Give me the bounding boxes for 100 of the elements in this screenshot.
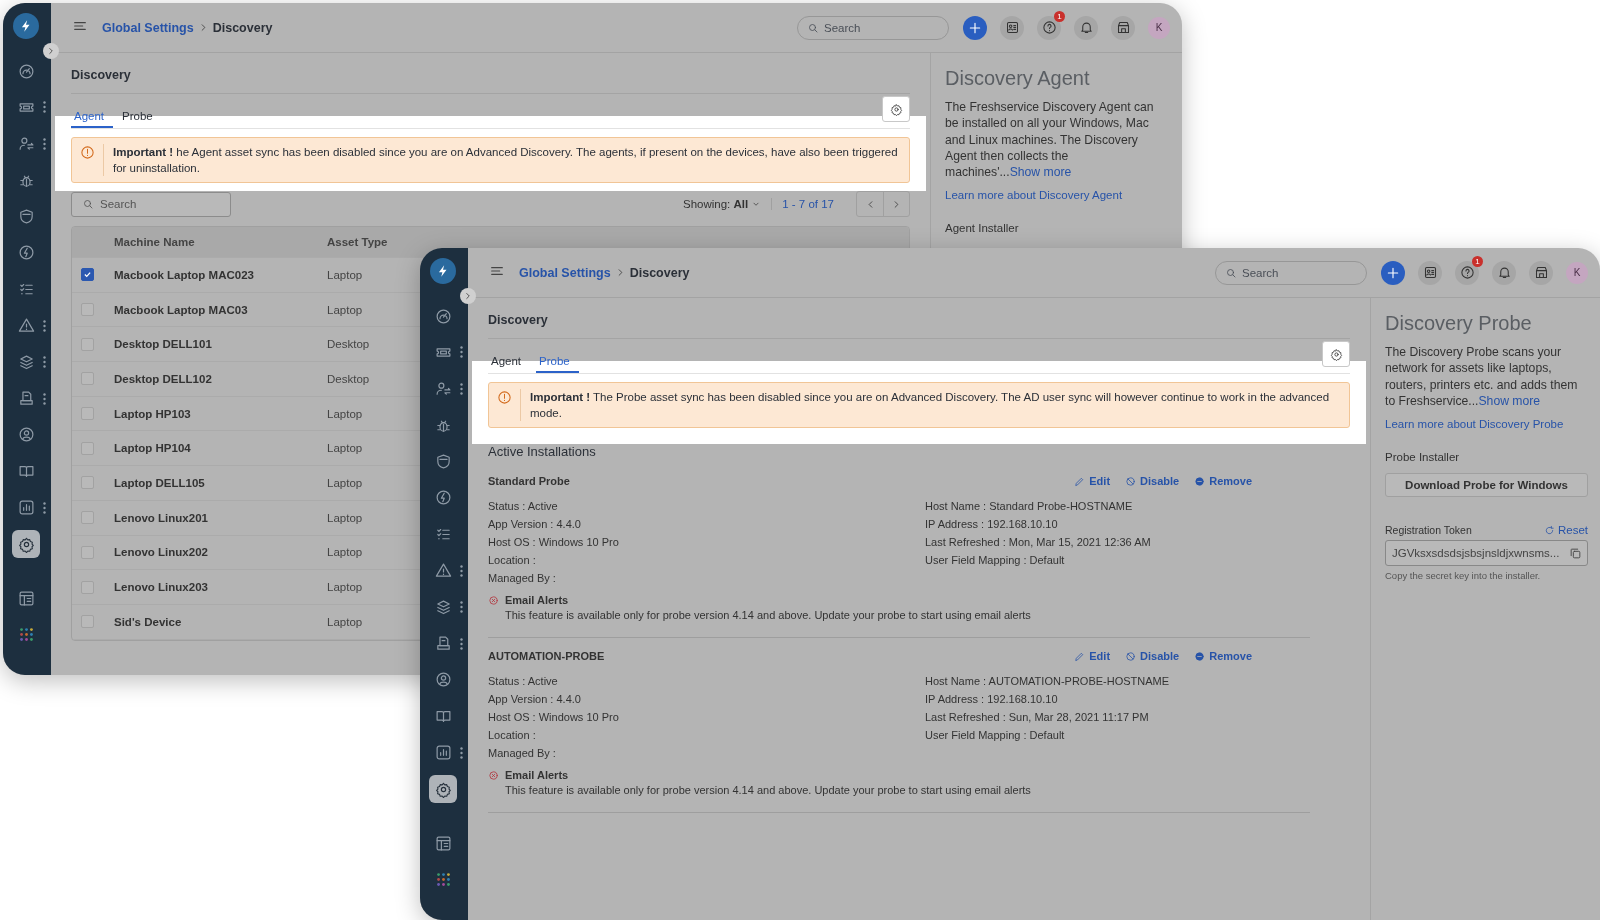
edit-button[interactable]: Edit <box>1074 650 1111 662</box>
learn-more-link[interactable]: Learn more about Discovery Agent <box>945 189 1123 202</box>
probe-detail: Host OS : Windows 10 Pro <box>488 710 620 725</box>
more-icon[interactable] <box>43 501 46 514</box>
table-cell-text: Laptop HP103 <box>114 407 192 420</box>
remove-button[interactable]: Remove <box>1194 475 1252 487</box>
user-switch-icon <box>17 135 35 153</box>
logo-icon[interactable] <box>430 258 456 284</box>
refresh-icon <box>1543 524 1555 536</box>
table-cell-text: Macbook Laptop MAC023 <box>114 268 255 281</box>
showing-dropdown[interactable]: Showing: All <box>673 198 773 210</box>
pagination-label: 1 - 7 of 17 <box>781 198 835 210</box>
breadcrumb-link[interactable]: Global Settings <box>519 265 611 280</box>
notifications-button[interactable] <box>1074 15 1098 40</box>
expand-button[interactable] <box>43 43 59 59</box>
table-cell-text: Desktop DELL101 <box>114 338 213 351</box>
edit-button[interactable]: Edit <box>1074 475 1111 487</box>
show-more-link[interactable]: Show more <box>1478 393 1541 408</box>
tab[interactable]: Probe <box>536 345 579 373</box>
panel-title: Discovery Agent <box>945 67 1091 90</box>
document-stack-icon <box>17 390 35 407</box>
user-switch-icon <box>434 380 452 398</box>
table-cell: Laptop <box>327 407 363 420</box>
email-alerts-note: This feature is available only for probe version 4.14 and above. Update your probe to start using email alerts <box>505 783 1032 798</box>
avatar[interactable]: K <box>1566 261 1588 284</box>
more-icon[interactable] <box>460 382 463 395</box>
layers-icon <box>17 353 35 371</box>
contact-card-icon <box>1004 20 1020 35</box>
panel-title: Discovery Probe <box>1385 312 1533 335</box>
table-cell: Laptop <box>327 615 363 628</box>
expand-button[interactable] <box>460 288 476 304</box>
store-button[interactable] <box>1111 15 1135 40</box>
search-field[interactable]: Search <box>71 191 231 217</box>
probe-detail: Location : <box>488 553 537 568</box>
remove-button[interactable]: Remove <box>1194 650 1252 662</box>
column-header[interactable]: Machine Name <box>114 236 195 248</box>
tab[interactable]: Agent <box>71 100 114 128</box>
token-field[interactable]: JGVksxsdsdsjsbsjnsldjxwnsms... <box>1385 540 1588 567</box>
settings-button[interactable] <box>1322 341 1350 367</box>
nav-item[interactable] <box>12 530 40 559</box>
disable-button[interactable]: Disable <box>1125 475 1180 487</box>
add-button[interactable] <box>1381 260 1405 285</box>
minus-circle-icon <box>1194 650 1206 662</box>
breadcrumb-current: Discovery <box>212 20 273 35</box>
bell-icon <box>1496 265 1512 280</box>
person-circle-icon <box>17 426 35 444</box>
settings-button[interactable] <box>882 96 910 122</box>
logo-icon[interactable] <box>13 13 39 39</box>
store-button[interactable] <box>1529 260 1553 285</box>
chevron-right-icon <box>46 46 56 56</box>
search-icon <box>82 198 94 210</box>
avatar[interactable]: K <box>1148 16 1170 39</box>
person-circle-icon <box>434 671 452 689</box>
more-icon[interactable] <box>43 137 46 150</box>
table-cell-text: Lenovo Linux203 <box>114 581 209 594</box>
probe-detail: App Version : 4.4.0 <box>488 517 582 532</box>
contact-card-button[interactable] <box>1418 260 1442 285</box>
table-cell-text: Laptop HP104 <box>114 442 192 455</box>
contact-card-button[interactable] <box>1000 15 1024 40</box>
more-icon[interactable] <box>43 356 46 369</box>
probe-detail: Host Name : AUTOMATION-PROBE-HOSTNAME <box>925 674 1171 689</box>
store-icon <box>1115 20 1131 35</box>
nav-item[interactable] <box>429 775 457 804</box>
probe-detail: IP Address : 192.168.10.10 <box>925 517 1059 532</box>
page-title: Discovery <box>71 68 131 82</box>
more-icon[interactable] <box>460 601 463 614</box>
breadcrumb-link[interactable]: Global Settings <box>102 20 194 35</box>
add-button[interactable] <box>963 15 987 40</box>
download-button[interactable]: Download Probe for Windows <box>1385 473 1588 498</box>
help-icon <box>1459 265 1475 280</box>
probe-detail: Last Refreshed : Mon, Mar 15, 2021 12:36 AM <box>925 535 1152 550</box>
chevron-right-icon <box>463 291 473 301</box>
tab[interactable]: Probe <box>119 100 162 128</box>
notifications-button[interactable] <box>1492 260 1516 285</box>
probe-detail: IP Address : 192.168.10.10 <box>925 692 1059 707</box>
more-icon[interactable] <box>43 392 46 405</box>
column-header[interactable]: Asset Type <box>327 236 388 248</box>
table-icon <box>434 834 452 852</box>
reset-link[interactable]: Reset <box>1543 524 1588 537</box>
checkmark-icon <box>83 270 92 280</box>
prohibited-icon <box>1125 650 1137 662</box>
more-icon[interactable] <box>460 564 463 577</box>
more-icon[interactable] <box>460 637 463 650</box>
help-icon <box>1041 20 1057 35</box>
chart-icon <box>17 499 35 517</box>
more-icon[interactable] <box>43 101 46 114</box>
probe-detail: User Field Mapping : Default <box>925 553 1066 568</box>
learn-more-link[interactable]: Learn more about Discovery Probe <box>1385 418 1564 431</box>
field-label: Registration Token <box>1385 524 1472 537</box>
document-stack-icon <box>434 635 452 652</box>
row-checkbox[interactable] <box>81 268 94 282</box>
email-alerts-label: Email Alerts <box>505 769 569 781</box>
more-icon[interactable] <box>460 746 463 759</box>
more-icon[interactable] <box>460 346 463 359</box>
more-icon[interactable] <box>43 319 46 332</box>
disable-button[interactable]: Disable <box>1125 650 1180 662</box>
tab[interactable]: Agent <box>488 345 531 373</box>
minus-circle-icon <box>1194 475 1206 487</box>
probe-detail: Status : Active <box>488 674 559 689</box>
show-more-link[interactable]: Show more <box>1009 165 1072 180</box>
